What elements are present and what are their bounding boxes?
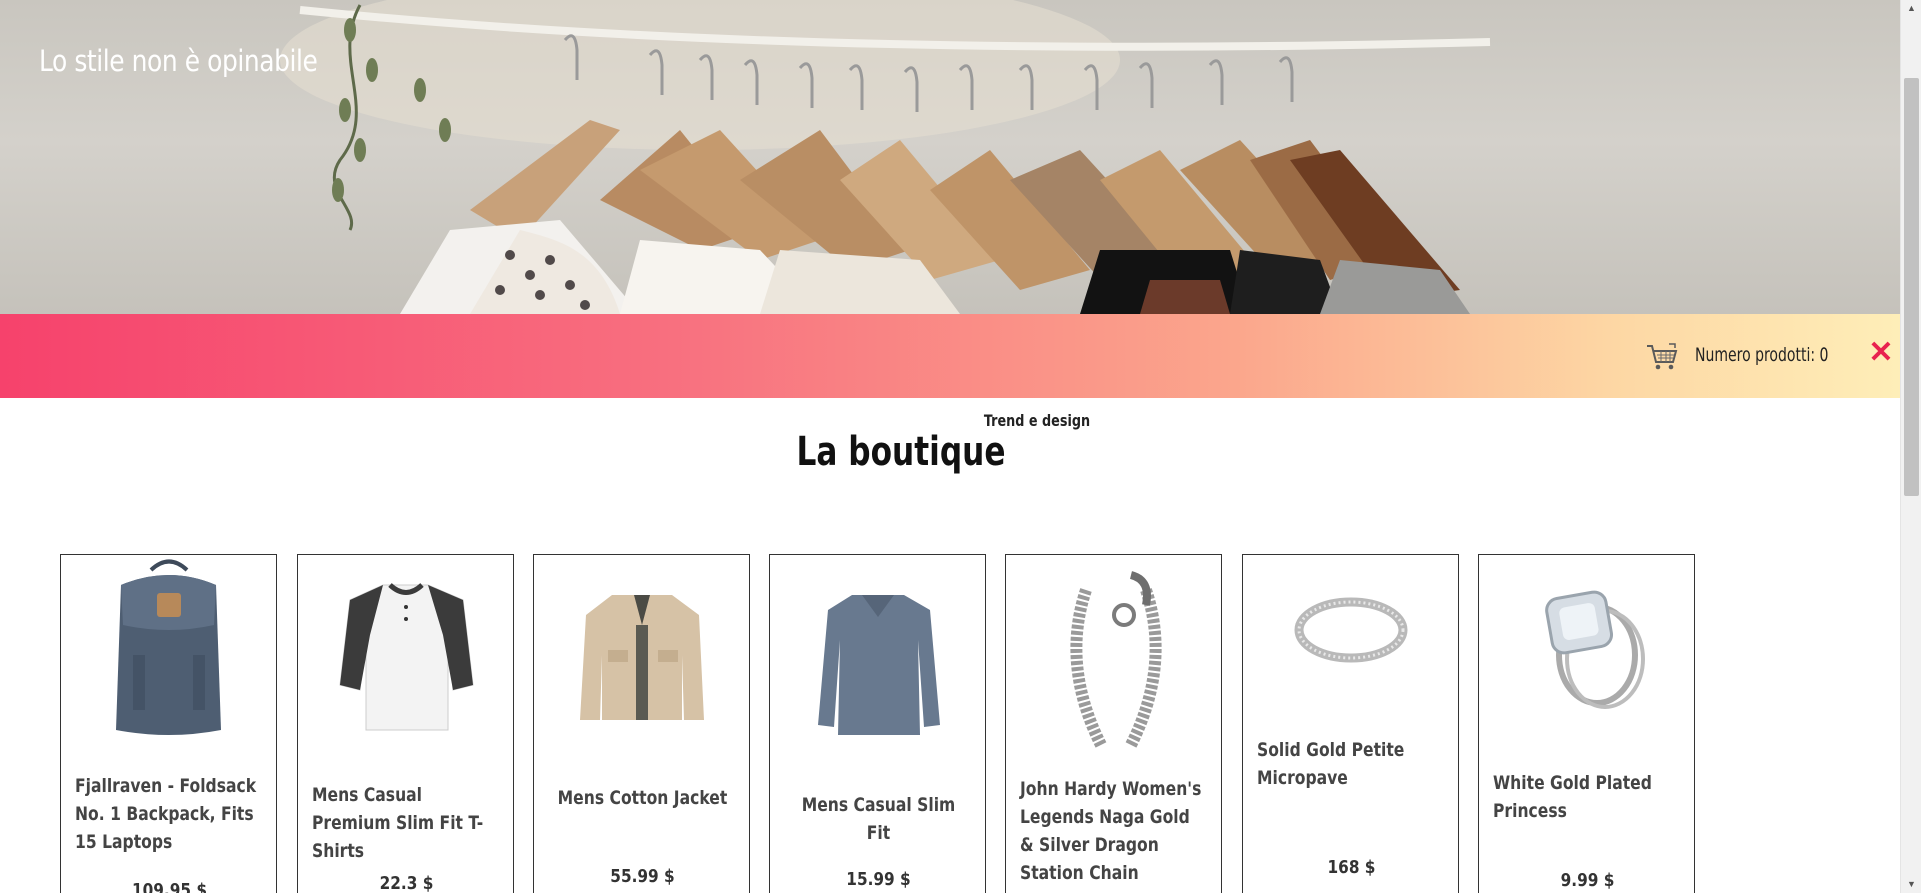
hero-banner: Lo stile non è opinabile — [0, 0, 1900, 314]
product-card[interactable]: Fjallraven - Foldsack No. 1 Backpack, Fi… — [60, 554, 277, 893]
ring-image — [1243, 555, 1458, 755]
product-name: John Hardy Women's Legends Naga Gold & S… — [1020, 778, 1202, 893]
scroll-up-arrow-icon[interactable]: ▲ — [1901, 0, 1921, 17]
jacket-image — [534, 555, 749, 755]
product-name: Mens Cotton Jacket — [557, 787, 728, 809]
product-name: White Gold Plated Princess — [1493, 772, 1652, 822]
product-name: Fjallraven - Foldsack No. 1 Backpack, Fi… — [75, 775, 257, 853]
product-price: 168 $ — [1327, 857, 1376, 878]
product-card[interactable]: Mens Casual Premium Slim Fit T-Shirts 22… — [297, 554, 514, 893]
product-name: Mens Casual Premium Slim Fit T-Shirts — [312, 784, 484, 862]
product-name: Mens Casual Slim Fit — [801, 794, 956, 844]
product-card[interactable]: Mens Casual Slim Fit 15.99 $ — [769, 554, 986, 893]
product-price: 22.3 $ — [379, 873, 434, 893]
close-icon[interactable]: ✕ — [1868, 338, 1894, 368]
product-card[interactable]: Solid Gold Petite Micropave 168 $ — [1242, 554, 1459, 893]
backpack-image — [61, 555, 276, 755]
cart-bar: Numero prodotti: 0 ✕ — [0, 314, 1900, 398]
longsleeve-image — [770, 555, 985, 755]
shopping-cart-icon[interactable] — [1645, 342, 1679, 372]
page-title: La boutique — [796, 429, 1006, 475]
product-price: 55.99 $ — [610, 866, 675, 887]
scroll-down-arrow-icon[interactable]: ▼ — [1901, 876, 1921, 893]
vertical-scrollbar[interactable]: ▲ ▼ — [1900, 0, 1921, 893]
cart-count-label: Numero prodotti: 0 — [1695, 344, 1829, 366]
product-price: 109.95 $ — [131, 880, 208, 893]
diamond-ring-image — [1479, 555, 1694, 755]
product-price: 15.99 $ — [846, 869, 911, 890]
product-card[interactable]: White Gold Plated Princess 9.99 $ — [1478, 554, 1695, 893]
bracelet-image — [1006, 555, 1221, 755]
section-subtitle: Trend e design — [983, 411, 1091, 430]
product-card[interactable]: Mens Cotton Jacket 55.99 $ — [533, 554, 750, 893]
tshirt-image — [298, 555, 513, 755]
product-price: 9.99 $ — [1560, 870, 1615, 891]
product-name: Solid Gold Petite Micropave — [1257, 739, 1405, 789]
hero-tagline: Lo stile non è opinabile — [39, 44, 318, 78]
product-card[interactable]: John Hardy Women's Legends Naga Gold & S… — [1005, 554, 1222, 893]
scroll-thumb[interactable] — [1904, 78, 1919, 496]
